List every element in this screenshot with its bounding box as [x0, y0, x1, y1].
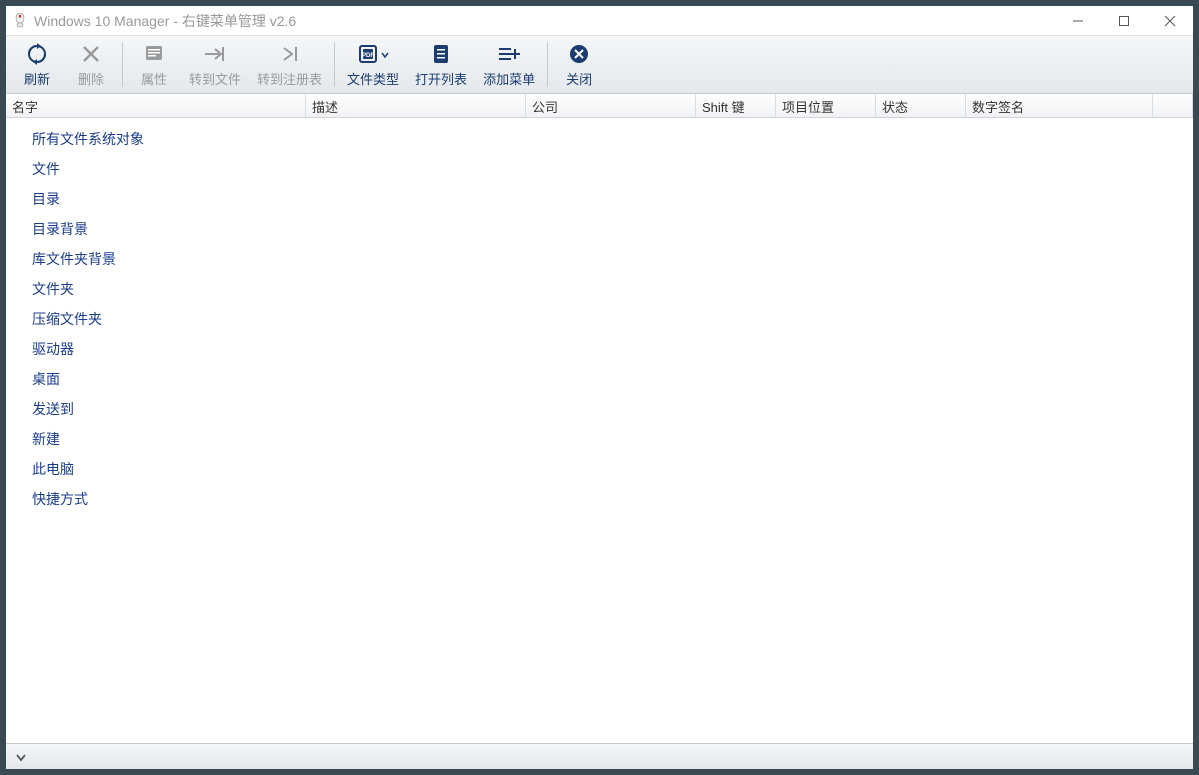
- toolbar-separator: [334, 42, 335, 87]
- table-header: 名字 描述 公司 Shift 键 项目位置 状态 数字签名: [6, 94, 1193, 118]
- tree-item-label: 库文件夹背景: [32, 249, 116, 269]
- tree-item-label: 此电脑: [32, 459, 74, 479]
- delete-icon: [80, 41, 102, 67]
- toolbar-separator: [122, 42, 123, 87]
- properties-button[interactable]: 属性: [127, 38, 181, 91]
- minimize-button[interactable]: [1055, 6, 1101, 35]
- properties-icon: [143, 41, 165, 67]
- column-state[interactable]: 状态: [876, 94, 966, 117]
- tree-item[interactable]: 桌面: [6, 364, 1193, 394]
- close-window-button[interactable]: [1147, 6, 1193, 35]
- file-type-icon: PDF: [357, 41, 389, 67]
- toolbar: 刷新 删除 属性 转到文件 转到注册表: [6, 36, 1193, 94]
- tree-item[interactable]: 文件: [6, 154, 1193, 184]
- column-name[interactable]: 名字: [6, 94, 306, 117]
- dropdown-caret-icon: [381, 43, 389, 65]
- column-shift[interactable]: Shift 键: [696, 94, 776, 117]
- column-description[interactable]: 描述: [306, 94, 526, 117]
- tree-item-label: 桌面: [32, 369, 60, 389]
- goto-file-label: 转到文件: [189, 69, 241, 88]
- tree-item-label: 压缩文件夹: [32, 309, 102, 329]
- tree-item[interactable]: 文件夹: [6, 274, 1193, 304]
- tree-item[interactable]: 新建: [6, 424, 1193, 454]
- app-icon: [12, 13, 28, 29]
- close-label: 关闭: [566, 69, 592, 88]
- tree-item[interactable]: 驱动器: [6, 334, 1193, 364]
- close-button[interactable]: 关闭: [552, 38, 606, 91]
- tree-item-label: 新建: [32, 429, 60, 449]
- file-type-button[interactable]: PDF 文件类型: [339, 38, 407, 91]
- tree-item[interactable]: 库文件夹背景: [6, 244, 1193, 274]
- column-position[interactable]: 项目位置: [776, 94, 876, 117]
- file-type-label: 文件类型: [347, 69, 399, 88]
- tree-item[interactable]: 目录: [6, 184, 1193, 214]
- statusbar-chevron-button[interactable]: [14, 750, 28, 764]
- tree-content: 所有文件系统对象 文件 目录 目录背景 库文件夹背景 文件夹 压缩文件夹 驱动器…: [6, 118, 1193, 743]
- close-icon: [568, 41, 590, 67]
- goto-registry-icon: [278, 41, 302, 67]
- titlebar: Windows 10 Manager - 右键菜单管理 v2.6: [6, 6, 1193, 36]
- refresh-button[interactable]: 刷新: [10, 38, 64, 91]
- column-signature[interactable]: 数字签名: [966, 94, 1153, 117]
- tree-item[interactable]: 目录背景: [6, 214, 1193, 244]
- tree-item-label: 目录: [32, 189, 60, 209]
- properties-label: 属性: [141, 69, 167, 88]
- maximize-button[interactable]: [1101, 6, 1147, 35]
- svg-text:PDF: PDF: [362, 53, 374, 59]
- refresh-label: 刷新: [24, 69, 50, 88]
- window-title: Windows 10 Manager - 右键菜单管理 v2.6: [34, 11, 1055, 31]
- column-blank: [1153, 94, 1193, 117]
- delete-button[interactable]: 删除: [64, 38, 118, 91]
- window-controls: [1055, 6, 1193, 35]
- add-menu-icon: [497, 41, 521, 67]
- tree-item[interactable]: 此电脑: [6, 454, 1193, 484]
- delete-label: 删除: [78, 69, 104, 88]
- statusbar: [6, 743, 1193, 769]
- refresh-icon: [25, 41, 49, 67]
- tree-item-label: 目录背景: [32, 219, 88, 239]
- tree-item-label: 文件夹: [32, 279, 74, 299]
- tree-item-label: 快捷方式: [32, 489, 88, 509]
- add-menu-label: 添加菜单: [483, 69, 535, 88]
- tree-item-label: 文件: [32, 159, 60, 179]
- goto-registry-label: 转到注册表: [257, 69, 322, 88]
- tree-item[interactable]: 所有文件系统对象: [6, 124, 1193, 154]
- tree-item-label: 发送到: [32, 399, 74, 419]
- open-list-button[interactable]: 打开列表: [407, 38, 475, 91]
- tree-item[interactable]: 快捷方式: [6, 484, 1193, 514]
- open-list-icon: [430, 41, 452, 67]
- tree-item[interactable]: 发送到: [6, 394, 1193, 424]
- goto-file-button[interactable]: 转到文件: [181, 38, 249, 91]
- goto-file-icon: [203, 41, 227, 67]
- add-menu-button[interactable]: 添加菜单: [475, 38, 543, 91]
- tree-item-label: 驱动器: [32, 339, 74, 359]
- goto-registry-button[interactable]: 转到注册表: [249, 38, 330, 91]
- chevron-down-icon: [14, 750, 28, 764]
- tree-item-label: 所有文件系统对象: [32, 129, 144, 149]
- toolbar-separator: [547, 42, 548, 87]
- column-company[interactable]: 公司: [526, 94, 696, 117]
- open-list-label: 打开列表: [415, 69, 467, 88]
- tree-item[interactable]: 压缩文件夹: [6, 304, 1193, 334]
